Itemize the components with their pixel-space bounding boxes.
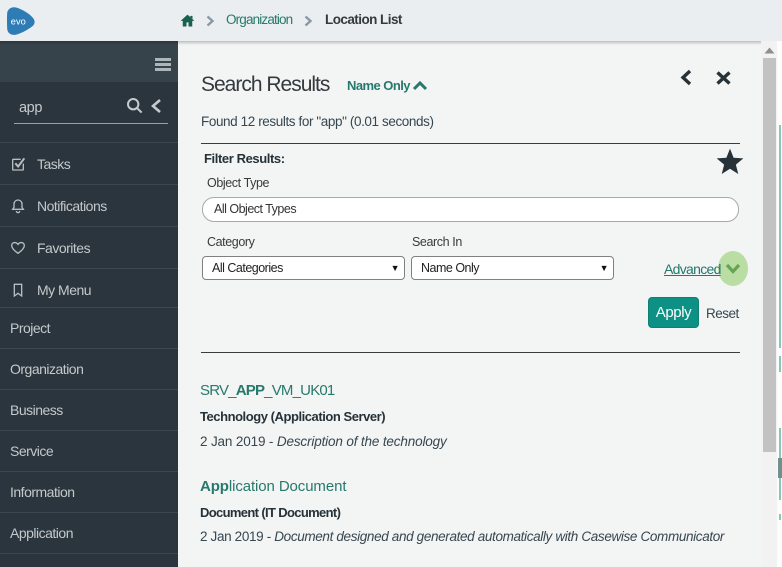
svg-text:evo: evo (11, 16, 26, 26)
